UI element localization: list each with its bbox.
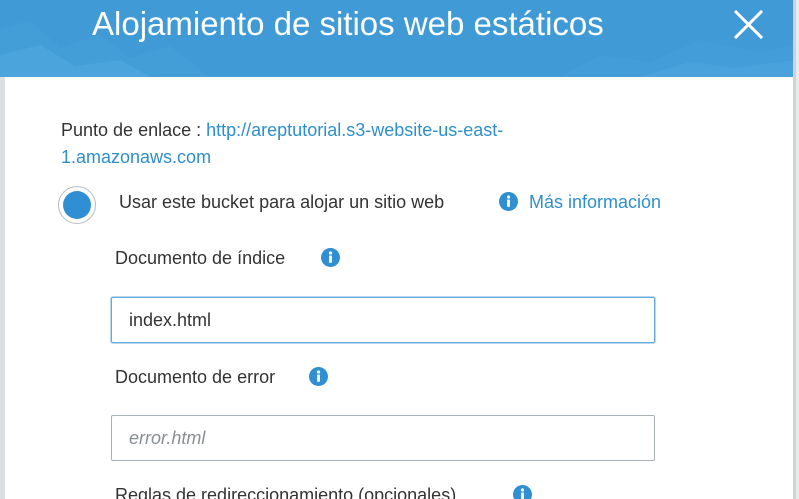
static-website-hosting-dialog: Alojamiento de sitios web estáticos Punt… xyxy=(0,0,796,499)
close-button[interactable] xyxy=(728,4,768,44)
redirect-rules-label: Reglas de redireccionamiento (opcionales… xyxy=(115,485,457,499)
use-bucket-for-hosting-radio[interactable] xyxy=(58,186,96,224)
error-document-label: Documento de error xyxy=(115,367,276,387)
more-info-link[interactable]: Más información xyxy=(529,190,661,214)
index-document-input[interactable] xyxy=(111,297,655,343)
info-icon[interactable] xyxy=(499,192,518,211)
endpoint-label: Punto de enlace : xyxy=(61,120,202,140)
info-icon[interactable] xyxy=(513,485,532,499)
index-document-label: Documento de índice xyxy=(115,248,286,268)
close-icon xyxy=(733,9,764,40)
dialog-header: Alojamiento de sitios web estáticos xyxy=(0,0,793,77)
info-icon[interactable] xyxy=(321,248,340,267)
error-document-input[interactable] xyxy=(111,415,655,461)
use-bucket-for-hosting-label: Usar este bucket para alojar un sitio we… xyxy=(119,192,445,212)
page: Alojamiento de sitios web estáticos Punt… xyxy=(0,0,799,499)
radio-selected-dot xyxy=(63,191,91,219)
endpoint-row: Punto de enlace : http://areptutorial.s3… xyxy=(61,117,621,171)
dialog-title: Alojamiento de sitios web estáticos xyxy=(92,5,604,42)
info-icon[interactable] xyxy=(309,367,328,386)
